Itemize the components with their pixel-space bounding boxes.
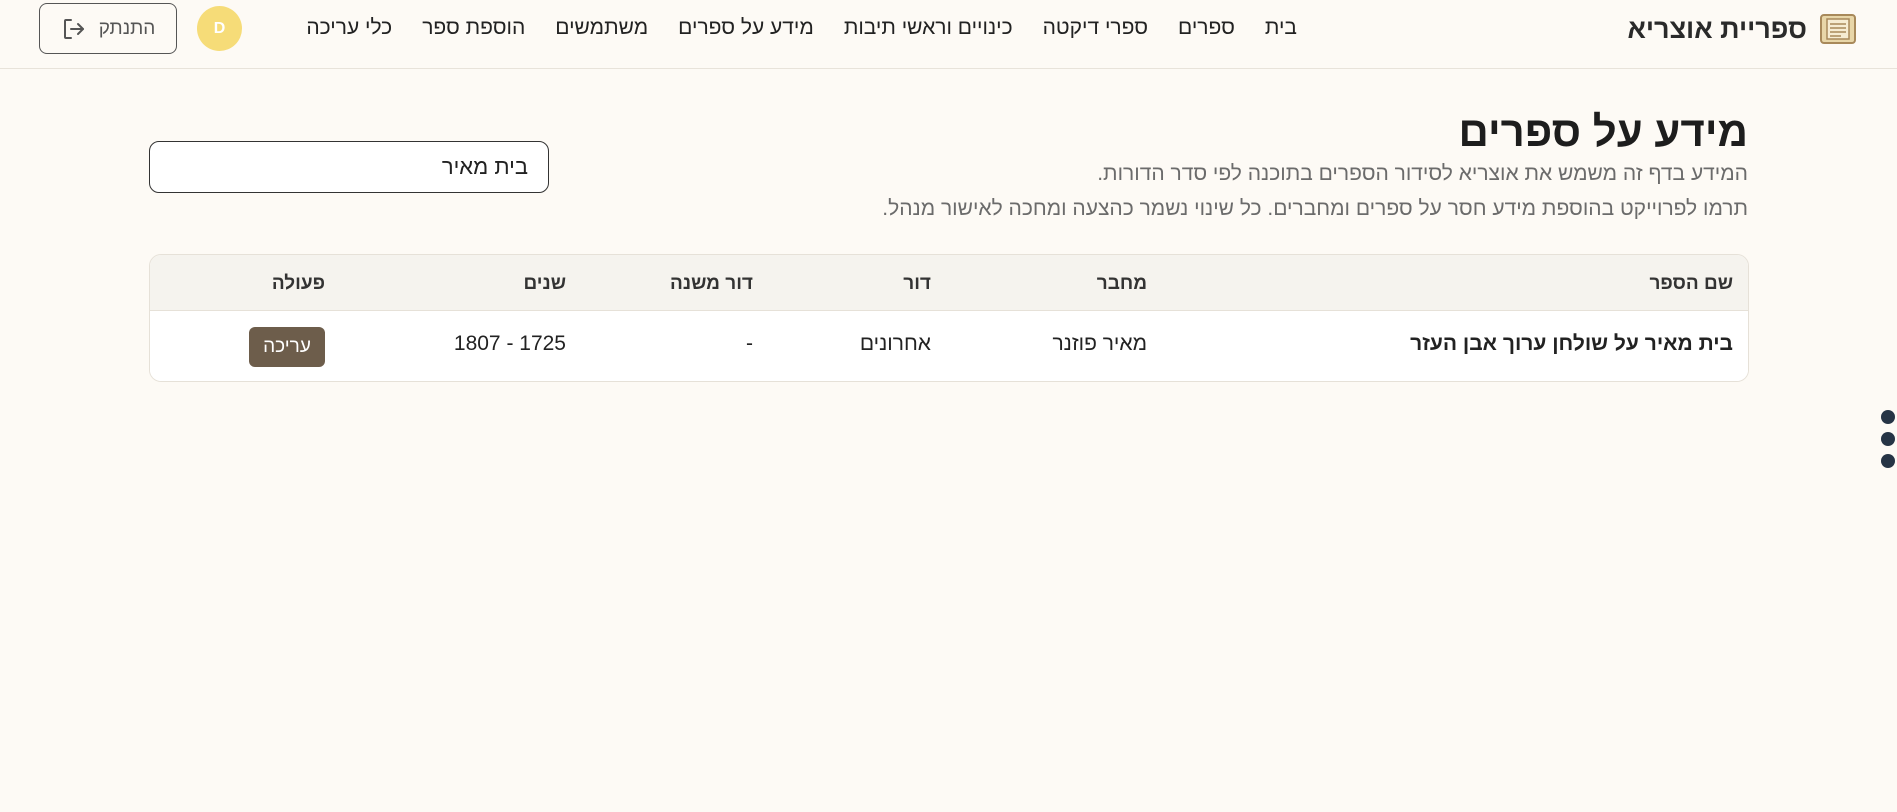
book-icon <box>1820 14 1856 44</box>
column-header-book-name: שם הספר <box>1649 273 1733 294</box>
nav-item-editing-tools[interactable]: כלי עריכה <box>306 16 392 40</box>
edit-button[interactable]: עריכה <box>249 327 325 367</box>
cell-years: 1807 - 1725 <box>453 332 566 355</box>
column-header-action: פעולה <box>271 273 325 294</box>
nav-item-books[interactable]: ספרים <box>1178 16 1235 40</box>
avatar[interactable]: D <box>197 6 242 51</box>
brand[interactable]: ספריית אוצריא <box>1627 12 1857 46</box>
dot <box>1881 454 1895 468</box>
column-header-author: מחבר <box>1096 273 1147 294</box>
logout-label: התנתק <box>98 17 156 39</box>
search-input[interactable] <box>149 141 549 193</box>
page-description: המידע בדף זה משמש את אוצריא לסידור הספרי… <box>1097 162 1748 185</box>
main-nav: בית ספרים ספרי דיקטה כינויים וראשי תיבות… <box>306 0 1297 56</box>
top-navbar: ספריית אוצריא בית ספרים ספרי דיקטה כינוי… <box>0 0 1897 69</box>
books-table: שם הספר מחבר דור דור משנה שנים פעולה בית… <box>149 254 1749 382</box>
nav-item-abbreviations[interactable]: כינויים וראשי תיבות <box>844 16 1013 40</box>
cell-author: מאיר פוזנר <box>1052 332 1147 355</box>
column-header-generation: דור <box>903 273 931 294</box>
brand-name: ספריית אוצריא <box>1627 13 1807 44</box>
table-header: שם הספר מחבר דור דור משנה שנים פעולה <box>150 255 1748 311</box>
cell-book-name: בית מאיר על שולחן ערוך אבן העזר <box>1410 332 1733 355</box>
nav-item-book-info[interactable]: מידע על ספרים <box>678 16 814 40</box>
column-header-years: שנים <box>523 273 566 294</box>
table-row: בית מאיר על שולחן ערוך אבן העזר מאיר פוז… <box>150 312 1748 381</box>
column-header-sub-generation: דור משנה <box>670 273 753 294</box>
nav-item-add-book[interactable]: הוספת ספר <box>422 16 525 40</box>
dot <box>1881 432 1895 446</box>
logout-icon <box>63 18 84 39</box>
dot <box>1881 410 1895 424</box>
cell-generation: אחרונים <box>859 332 931 355</box>
nav-item-home[interactable]: בית <box>1265 16 1297 40</box>
page-title: מידע על ספרים <box>1458 108 1748 155</box>
page-description-contribute: תרמו לפרוייקט בהוספת מידע חסר על ספרים ו… <box>882 197 1748 220</box>
nav-item-dicta-books[interactable]: ספרי דיקטה <box>1043 16 1148 40</box>
logout-button[interactable]: התנתק <box>39 3 177 54</box>
nav-item-users[interactable]: משתמשים <box>555 16 648 40</box>
cell-sub-generation: - <box>746 332 753 355</box>
vertical-dots-icon[interactable] <box>1877 410 1897 470</box>
